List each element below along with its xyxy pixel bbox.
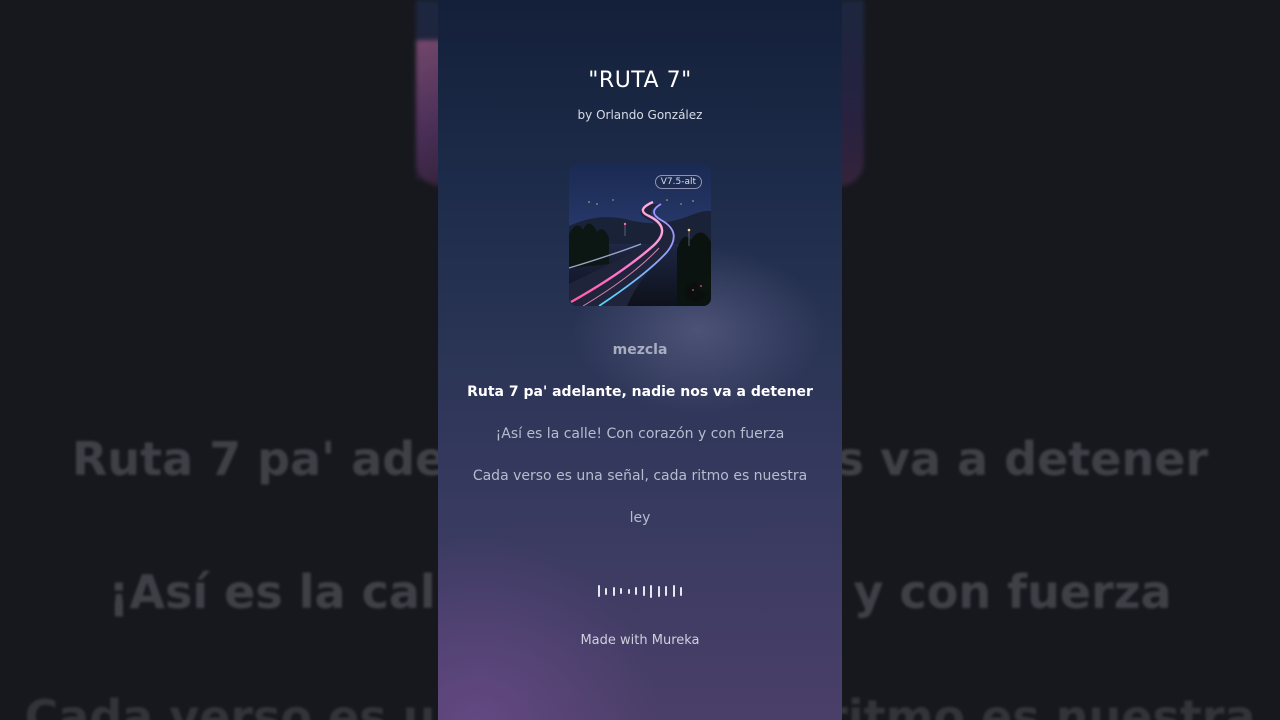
lyric-section-label: mezcla bbox=[612, 342, 668, 358]
lyric-line: ¡Así es la calle! Con corazón y con fuer… bbox=[495, 426, 785, 442]
made-with-credit: Made with Mureka bbox=[580, 633, 700, 648]
video-frame: Ruta 7 pa' adelante, nadie nos va a dete… bbox=[0, 0, 1280, 720]
current-lyric-line: Ruta 7 pa' adelante, nadie nos va a dete… bbox=[467, 384, 813, 400]
lyrics-card: "RUTA 7" by Orlando González V7.5-alt me… bbox=[438, 0, 842, 720]
audio-waveform-icon bbox=[598, 584, 682, 598]
lyric-line: ley bbox=[629, 510, 651, 526]
song-title: "RUTA 7" bbox=[588, 68, 692, 93]
artist-line: by Orlando González bbox=[577, 108, 703, 122]
version-badge: V7.5-alt bbox=[654, 175, 702, 189]
lyric-line: Cada verso es una señal, cada ritmo es n… bbox=[472, 468, 808, 484]
cover-art: V7.5-alt bbox=[569, 164, 711, 306]
